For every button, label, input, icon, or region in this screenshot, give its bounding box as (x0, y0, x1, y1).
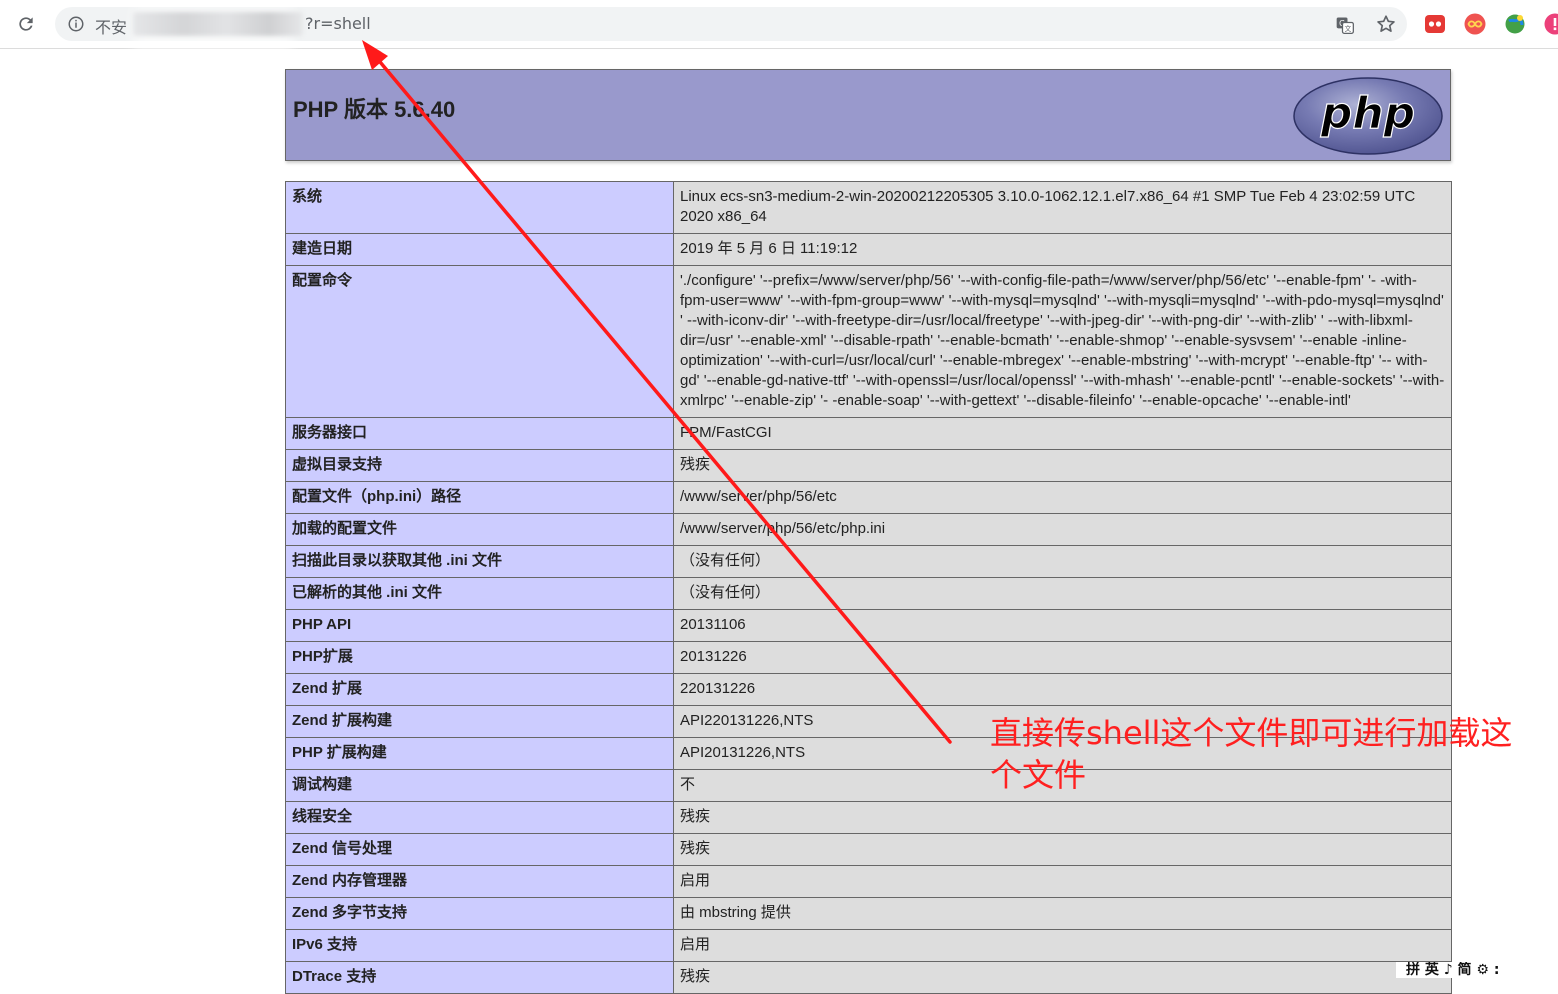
row-value: （没有任何） (674, 546, 1452, 578)
ime-toolbar[interactable]: 拼 英 ♪ 简 ⚙ : (1396, 962, 1558, 978)
row-value: /www/server/php/56/etc (674, 482, 1452, 514)
url-text[interactable]: ?r=shell (305, 14, 371, 33)
extension-pink-icon[interactable] (1543, 12, 1558, 36)
php-info-header: PHP 版本 5.6.40 php (285, 69, 1451, 161)
table-row: 扫描此目录以获取其他 .ini 文件（没有任何） (286, 546, 1452, 578)
table-row: 虚拟目录支持残疾 (286, 450, 1452, 482)
row-label: 虚拟目录支持 (286, 450, 674, 482)
table-row: 服务器接口FPM/FastCGI (286, 418, 1452, 450)
row-value: 220131226 (674, 674, 1452, 706)
annotation-text: 直接传shell这个文件即可进行加载这个文件 (990, 712, 1535, 796)
table-row: Zend 多字节支持由 mbstring 提供 (286, 898, 1452, 930)
row-value: FPM/FastCGI (674, 418, 1452, 450)
row-label: Zend 信号处理 (286, 834, 674, 866)
row-value: Linux ecs-sn3-medium-2-win-2020021220530… (674, 182, 1452, 234)
info-icon[interactable] (67, 15, 85, 33)
row-label: Zend 内存管理器 (286, 866, 674, 898)
bookmark-star-icon[interactable] (1375, 13, 1397, 35)
row-value: （没有任何） (674, 578, 1452, 610)
reload-button[interactable] (10, 8, 42, 40)
php-logo-text: php (1320, 88, 1415, 139)
translate-icon[interactable]: G 文 (1335, 15, 1355, 35)
page-title: PHP 版本 5.6.40 (293, 92, 455, 124)
row-label: 系统 (286, 182, 674, 234)
table-row: 系统Linux ecs-sn3-medium-2-win-20200212205… (286, 182, 1452, 234)
row-value: 2019 年 5 月 6 日 11:19:12 (674, 234, 1452, 266)
table-row: 配置文件（php.ini）路径/www/server/php/56/etc (286, 482, 1452, 514)
extension-red-icon[interactable] (1423, 12, 1447, 36)
extension-infinity-icon[interactable] (1463, 12, 1487, 36)
address-bar[interactable]: 不安 ?r=shell G 文 (55, 7, 1407, 41)
row-value: './configure' '--prefix=/www/server/php/… (674, 266, 1452, 418)
svg-text:文: 文 (1345, 24, 1352, 33)
table-row: 线程安全残疾 (286, 802, 1452, 834)
row-label: IPv6 支持 (286, 930, 674, 962)
row-label: 建造日期 (286, 234, 674, 266)
row-label: Zend 多字节支持 (286, 898, 674, 930)
extension-globe-icon[interactable] (1503, 12, 1527, 36)
row-label: 配置文件（php.ini）路径 (286, 482, 674, 514)
row-value: 残疾 (674, 802, 1452, 834)
row-label: 加载的配置文件 (286, 514, 674, 546)
row-value: 残疾 (674, 450, 1452, 482)
row-label: PHP 扩展构建 (286, 738, 674, 770)
table-row: PHP API20131106 (286, 610, 1452, 642)
row-label: Zend 扩展 (286, 674, 674, 706)
reload-icon (16, 14, 36, 34)
row-value: 启用 (674, 866, 1452, 898)
row-value: 由 mbstring 提供 (674, 898, 1452, 930)
php-info-table: 系统Linux ecs-sn3-medium-2-win-20200212205… (285, 181, 1452, 994)
row-value: 启用 (674, 930, 1452, 962)
row-label: 服务器接口 (286, 418, 674, 450)
table-row: Zend 内存管理器启用 (286, 866, 1452, 898)
table-row: PHP扩展20131226 (286, 642, 1452, 674)
security-label: 不安 (95, 14, 127, 38)
table-row: Zend 信号处理残疾 (286, 834, 1452, 866)
url-redaction (133, 12, 303, 36)
row-label: PHP扩展 (286, 642, 674, 674)
table-row: IPv6 支持启用 (286, 930, 1452, 962)
table-row: Zend 扩展220131226 (286, 674, 1452, 706)
row-label: 配置命令 (286, 266, 674, 418)
php-logo: php (1292, 76, 1444, 156)
row-value: 残疾 (674, 834, 1452, 866)
row-value: 20131106 (674, 610, 1452, 642)
row-label: 调试构建 (286, 770, 674, 802)
table-row: 加载的配置文件/www/server/php/56/etc/php.ini (286, 514, 1452, 546)
table-row: 建造日期2019 年 5 月 6 日 11:19:12 (286, 234, 1452, 266)
row-label: 扫描此目录以获取其他 .ini 文件 (286, 546, 674, 578)
row-value: /www/server/php/56/etc/php.ini (674, 514, 1452, 546)
table-row: 已解析的其他 .ini 文件（没有任何） (286, 578, 1452, 610)
row-value: 20131226 (674, 642, 1452, 674)
row-label: Zend 扩展构建 (286, 706, 674, 738)
row-label: 已解析的其他 .ini 文件 (286, 578, 674, 610)
row-label: PHP API (286, 610, 674, 642)
browser-toolbar: 不安 ?r=shell G 文 (0, 0, 1558, 49)
row-label: 线程安全 (286, 802, 674, 834)
table-row: 配置命令'./configure' '--prefix=/www/server/… (286, 266, 1452, 418)
